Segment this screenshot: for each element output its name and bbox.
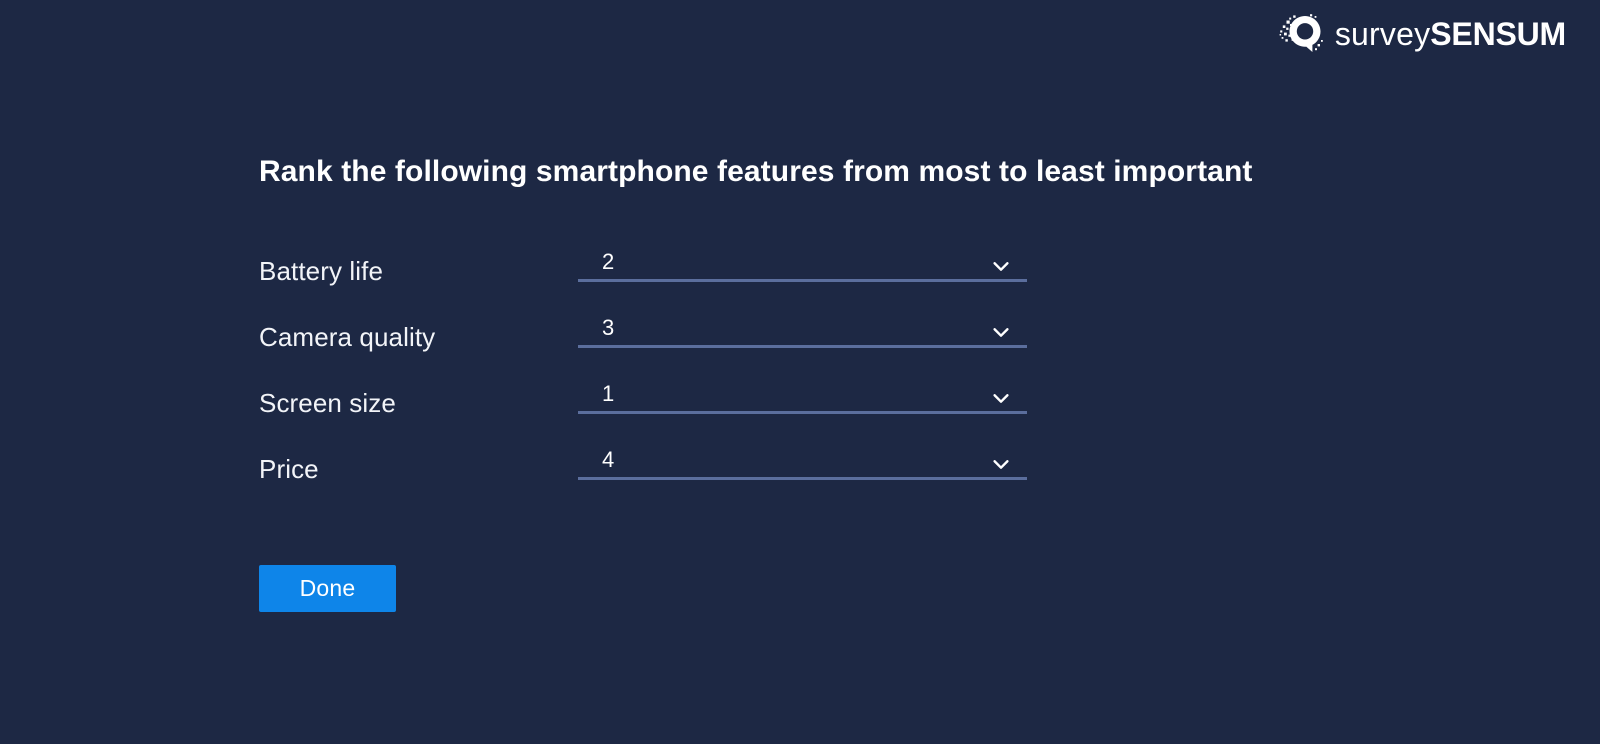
ranking-rows: Battery life 2 Camera quality 3 Screen s…	[259, 238, 1539, 502]
table-row: Price 4	[259, 436, 1539, 502]
table-row: Battery life 2	[259, 238, 1539, 304]
chevron-down-icon	[990, 255, 1012, 277]
chevron-down-icon	[990, 453, 1012, 475]
rank-select-screen-size[interactable]: 1	[578, 379, 1027, 427]
table-row: Screen size 1	[259, 370, 1539, 436]
rank-select-underline	[578, 345, 1027, 348]
rank-select-underline	[578, 279, 1027, 282]
rank-select-value: 4	[602, 447, 615, 472]
done-button[interactable]: Done	[259, 565, 396, 612]
form-actions: Done	[259, 565, 1539, 612]
rank-select-price[interactable]: 4	[578, 445, 1027, 493]
rank-select-value: 2	[602, 249, 615, 274]
rank-select-underline	[578, 477, 1027, 480]
rank-item-label-camera-quality: Camera quality	[259, 322, 436, 352]
page-title: Rank the following smartphone features f…	[259, 155, 1253, 188]
rank-select-underline	[578, 411, 1027, 414]
brand-name-bold: SENSUM	[1430, 16, 1566, 52]
chevron-down-icon	[990, 387, 1012, 409]
rank-item-label-battery-life: Battery life	[259, 256, 384, 286]
rank-select-battery-life[interactable]: 2	[578, 247, 1027, 295]
rank-item-label-screen-size: Screen size	[259, 388, 396, 418]
rank-select-camera-quality[interactable]: 3	[578, 313, 1027, 361]
rank-item-label-price: Price	[259, 454, 319, 484]
brand-logo: surveySENSUM	[1279, 12, 1566, 56]
chevron-down-icon	[990, 321, 1012, 343]
surveysensum-pixel-bubble-icon	[1279, 13, 1325, 55]
rank-select-value: 3	[602, 315, 615, 340]
brand-name-light: survey	[1334, 16, 1431, 52]
survey-content: Rank the following smartphone features f…	[259, 150, 1539, 612]
rank-select-value: 1	[602, 381, 615, 406]
table-row: Camera quality 3	[259, 304, 1539, 370]
brand-name: surveySENSUM	[1335, 18, 1566, 50]
